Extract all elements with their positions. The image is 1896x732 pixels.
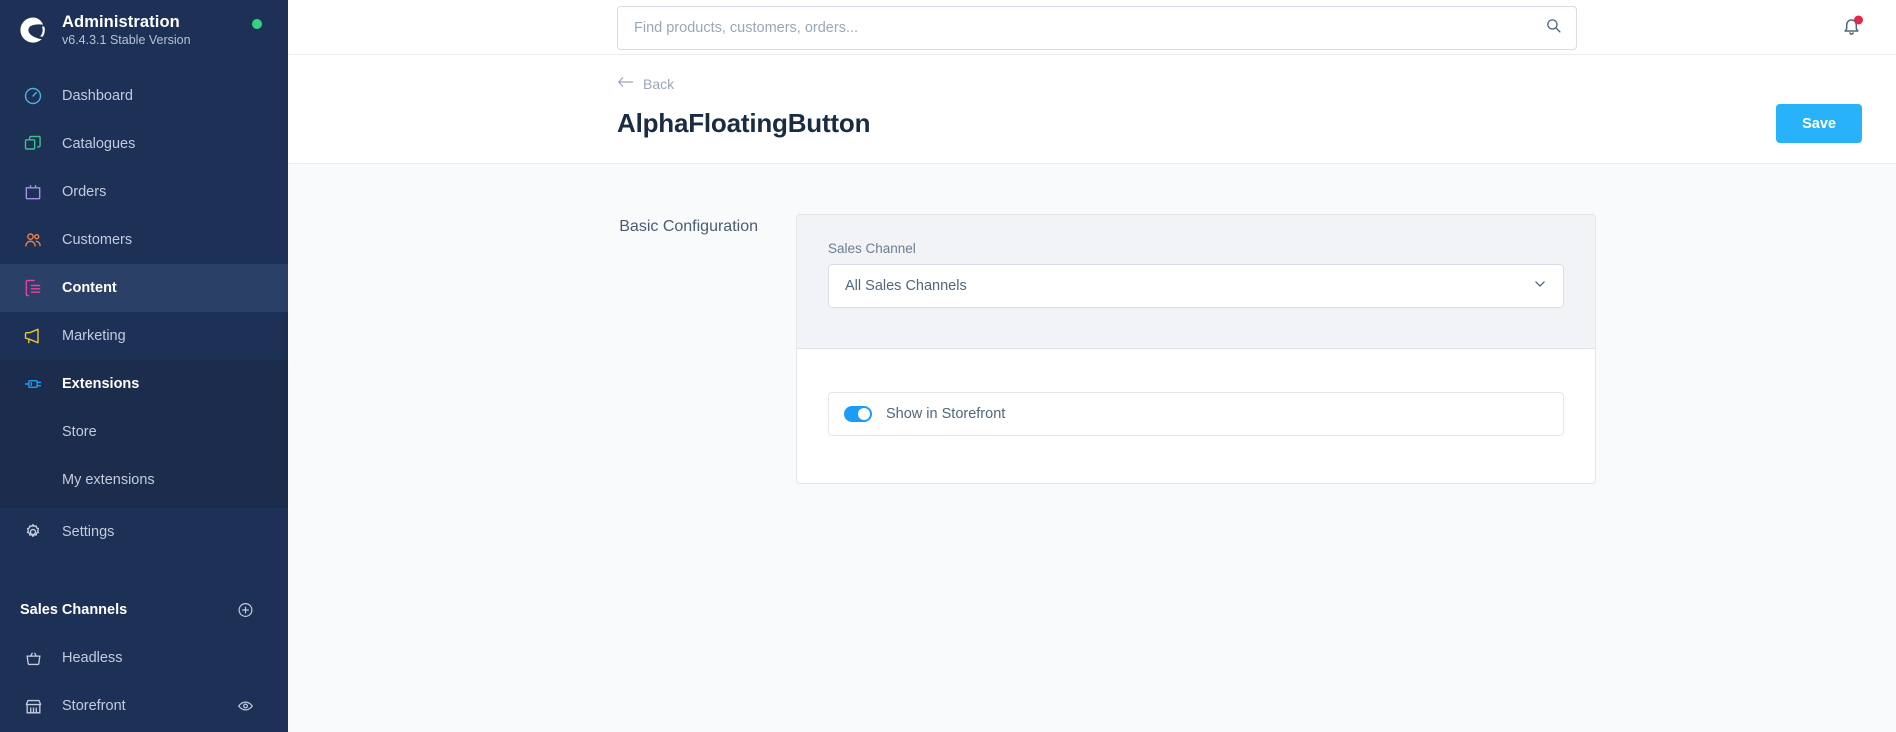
eye-icon[interactable]: [237, 698, 254, 715]
status-online-dot: [252, 19, 262, 29]
headless-icon: [12, 649, 54, 668]
configuration-card: Sales Channel All Sales Channels Show in…: [796, 214, 1596, 484]
brand-version: v6.4.3.1 Stable Version: [62, 32, 191, 47]
sidebar-item-customers[interactable]: Customers: [0, 216, 288, 264]
admin-app: Administration v6.4.3.1 Stable Version D…: [0, 0, 1896, 732]
basic-configuration-section: Basic Configuration Sales Channel All Sa…: [288, 214, 1896, 484]
main-content-area: Back AlphaFloatingButton Save Basic Conf…: [288, 0, 1896, 732]
sidebar-item-storefront[interactable]: Storefront: [0, 682, 288, 730]
search-icon[interactable]: [1545, 17, 1562, 39]
top-bar: [288, 0, 1896, 54]
card-header-section: Sales Channel All Sales Channels: [797, 215, 1595, 349]
content-icon: [12, 278, 54, 298]
extensions-icon: [12, 374, 54, 394]
search-input[interactable]: [634, 20, 1545, 36]
main-sidebar: Administration v6.4.3.1 Stable Version D…: [0, 0, 288, 732]
storefront-icon: [12, 697, 54, 716]
sidebar-item-label: Content: [62, 280, 117, 296]
back-label: Back: [643, 75, 675, 92]
sidebar-item-extensions[interactable]: Extensions: [0, 360, 288, 408]
catalogues-icon: [12, 134, 54, 154]
sidebar-nav: Dashboard Catalogues Orders Customers Co…: [0, 72, 288, 730]
top-bar-actions: [1841, 15, 1863, 38]
sidebar-item-headless[interactable]: Headless: [0, 634, 288, 682]
content-body: Basic Configuration Sales Channel All Sa…: [288, 163, 1896, 732]
back-button[interactable]: Back: [617, 55, 674, 92]
arrow-left-icon: [617, 75, 634, 92]
marketing-icon: [12, 326, 54, 346]
sidebar-item-dashboard[interactable]: Dashboard: [0, 72, 288, 120]
sidebar-subitem-store[interactable]: Store: [0, 408, 288, 456]
page-title-row: AlphaFloatingButton Save: [617, 104, 1862, 143]
page-header: Back AlphaFloatingButton Save: [288, 54, 1896, 163]
sidebar-item-catalogues[interactable]: Catalogues: [0, 120, 288, 168]
brand-header[interactable]: Administration v6.4.3.1 Stable Version: [0, 0, 288, 60]
sidebar-item-label: Dashboard: [62, 88, 133, 104]
toggle-knob: [858, 408, 870, 420]
sidebar-item-label: Catalogues: [62, 136, 136, 152]
plus-circle-icon[interactable]: [237, 602, 254, 619]
section-title: Basic Configuration: [619, 218, 758, 235]
sidebar-item-marketing[interactable]: Marketing: [0, 312, 288, 360]
shopware-logo-icon: [12, 9, 54, 51]
sales-channel-select[interactable]: All Sales Channels: [828, 264, 1564, 308]
show-in-storefront-toggle[interactable]: [844, 406, 872, 422]
sidebar-subitem-my-extensions[interactable]: My extensions: [0, 456, 288, 504]
sidebar-item-content[interactable]: Content: [0, 264, 288, 312]
search-box[interactable]: [617, 6, 1577, 50]
sidebar-item-label: Storefront: [62, 698, 126, 714]
extensions-submenu: Store My extensions: [0, 408, 288, 508]
sidebar-item-label: Orders: [62, 184, 107, 200]
sidebar-item-label: Marketing: [62, 328, 126, 344]
sidebar-item-label: Settings: [62, 524, 115, 540]
sidebar-item-label: Headless: [62, 650, 123, 666]
sidebar-subitem-label: Store: [62, 424, 97, 440]
customers-icon: [12, 230, 54, 250]
sales-channel-value: All Sales Channels: [845, 278, 967, 294]
sidebar-subitem-label: My extensions: [62, 472, 155, 488]
gear-icon: [12, 522, 54, 542]
sidebar-item-label: Extensions: [62, 376, 140, 392]
brand-title: Administration: [62, 12, 180, 31]
sidebar-item-orders[interactable]: Orders: [0, 168, 288, 216]
sales-channels-section-header: Sales Channels: [0, 586, 288, 634]
orders-icon: [12, 182, 54, 202]
sales-channels-title: Sales Channels: [20, 602, 128, 618]
global-search: [617, 6, 1577, 50]
show-in-storefront-label: Show in Storefront: [886, 406, 1006, 422]
dashboard-icon: [12, 86, 54, 106]
show-in-storefront-field: Show in Storefront: [828, 392, 1564, 436]
notification-badge: [1854, 15, 1863, 25]
sidebar-item-settings[interactable]: Settings: [0, 508, 288, 556]
page-title: AlphaFloatingButton: [617, 108, 871, 138]
sales-channel-label: Sales Channel: [828, 241, 916, 256]
bell-icon[interactable]: [1841, 15, 1863, 38]
card-body-section: Show in Storefront: [797, 349, 1595, 483]
chevron-down-icon: [1533, 277, 1547, 296]
sidebar-item-label: Customers: [62, 232, 133, 248]
save-button[interactable]: Save: [1776, 104, 1862, 143]
